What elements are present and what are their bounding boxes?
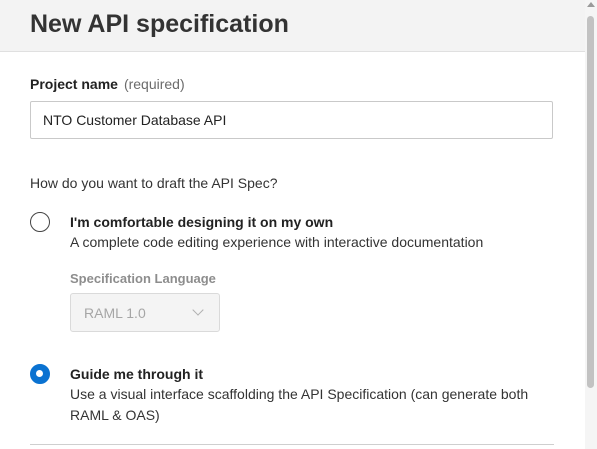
radio-selected-dot xyxy=(36,370,43,377)
vertical-scrollbar[interactable] xyxy=(585,0,597,449)
option-design-own-title[interactable]: I'm comfortable designing it on my own xyxy=(70,214,333,230)
spec-language-label: Specification Language xyxy=(70,271,216,286)
section-divider xyxy=(30,444,554,445)
option-guide-me-description: Use a visual interface scaffolding the A… xyxy=(70,386,529,423)
radio-design-own[interactable] xyxy=(30,212,50,232)
dialog-header: New API specification xyxy=(0,0,585,52)
draft-method-question: How do you want to draft the API Spec? xyxy=(30,175,278,191)
project-name-label-row: Project name (required) xyxy=(30,76,185,92)
option-guide-me-title[interactable]: Guide me through it xyxy=(70,366,203,382)
radio-guide-me[interactable] xyxy=(30,364,50,384)
spec-language-value: RAML 1.0 xyxy=(84,305,146,321)
option-design-own-description: A complete code editing experience with … xyxy=(70,234,484,250)
scroll-up-arrow-icon[interactable] xyxy=(587,2,595,7)
required-hint: (required) xyxy=(123,76,185,92)
dialog-title: New API specification xyxy=(30,10,289,38)
project-name-label: Project name xyxy=(30,76,118,92)
spec-language-select: RAML 1.0 xyxy=(70,293,220,332)
project-name-input[interactable] xyxy=(30,101,553,139)
chevron-down-icon xyxy=(192,304,204,316)
scrollbar-thumb[interactable] xyxy=(587,16,594,388)
